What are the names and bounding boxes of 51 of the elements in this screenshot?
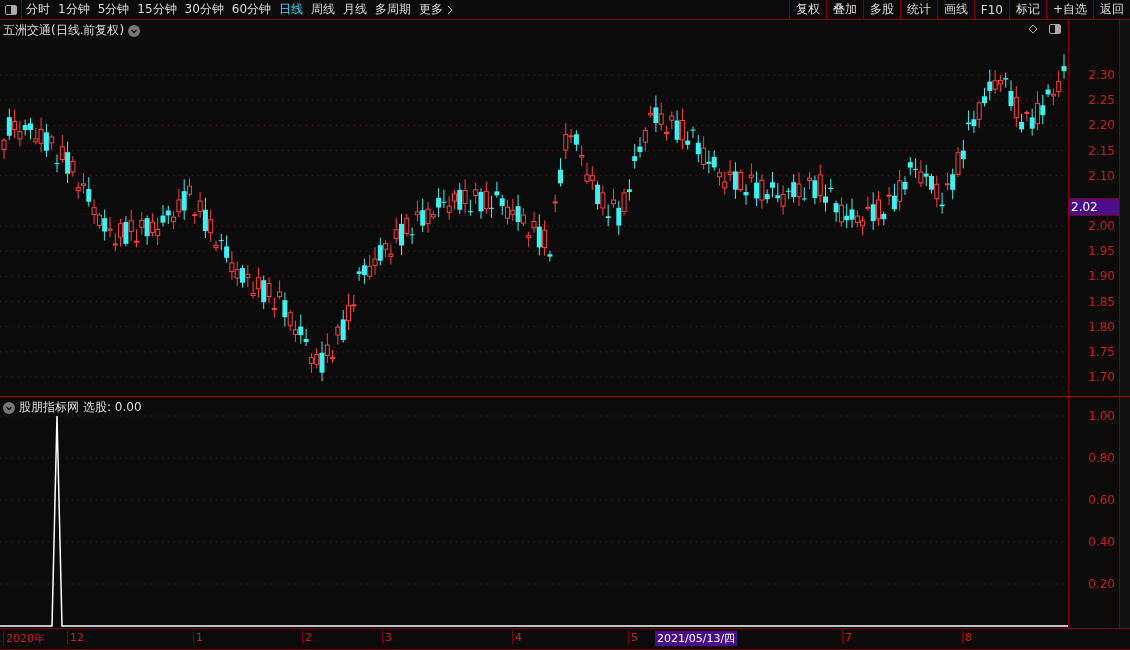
toolbar-button[interactable]: 复权 — [788, 0, 826, 19]
date-label: 2 — [302, 631, 314, 644]
axis-label: 2.25 — [1088, 93, 1115, 108]
toolbar-button[interactable]: 多股 — [862, 0, 900, 19]
axis-label: 2.30 — [1088, 68, 1115, 82]
axis-label: 2.15 — [1088, 143, 1115, 158]
axis-label: 1.85 — [1088, 294, 1115, 309]
axis-label: 1.90 — [1088, 269, 1115, 284]
period-tab[interactable]: 30分钟 — [180, 0, 228, 19]
period-tab[interactable]: 日线 — [275, 0, 308, 19]
chart-title: 五洲交通(日线.前复权) — [3, 22, 125, 39]
date-label: 12 — [67, 631, 86, 644]
period-tab[interactable]: 月线 — [339, 0, 372, 19]
axis-label: 2.10 — [1088, 168, 1115, 183]
toolbar-button[interactable]: 标记 — [1008, 0, 1046, 19]
period-tab[interactable]: 5分钟 — [93, 0, 134, 19]
axis-label: 0.60 — [1088, 493, 1115, 507]
axis-label: 2.00 — [1088, 219, 1115, 233]
period-tab[interactable]: 15分钟 — [133, 0, 181, 19]
axis-label: 2.20 — [1088, 118, 1115, 133]
date-label: 8 — [962, 631, 974, 644]
indicator-title: 股朋指标网 — [19, 399, 79, 416]
date-label: 2020年 — [3, 631, 47, 646]
axis-label: 0.40 — [1088, 535, 1115, 549]
axis-label: 1.95 — [1088, 244, 1115, 259]
period-tab[interactable]: 更多 — [415, 0, 458, 19]
indicator-reading: 选股: 0.00 — [83, 399, 142, 416]
date-label: 2021/05/13/四 — [655, 631, 738, 646]
period-tab[interactable]: 分时 — [22, 0, 54, 19]
date-label: 1 — [193, 631, 205, 644]
date-label: 3 — [382, 631, 394, 644]
price-tag: 2.02 — [1069, 198, 1119, 216]
period-tab[interactable]: 1分钟 — [54, 0, 94, 19]
toolbar-button[interactable]: 叠加 — [825, 0, 863, 19]
toolbar-button[interactable]: F10 — [973, 0, 1009, 19]
date-label: 5 — [628, 631, 640, 644]
toolbar-button[interactable]: 统计 — [899, 0, 937, 19]
date-label: 4 — [512, 631, 524, 644]
toolbar-button[interactable]: 画线 — [936, 0, 974, 19]
axis-label: 0.20 — [1088, 577, 1115, 591]
axis-label: 1.75 — [1088, 344, 1115, 359]
axis-label: 1.80 — [1088, 319, 1115, 334]
toolbar-button[interactable]: 返回 — [1093, 0, 1130, 19]
period-tab[interactable]: 60分钟 — [227, 0, 276, 19]
axis-label: 1.00 — [1088, 409, 1115, 423]
period-tab[interactable]: 周线 — [307, 0, 340, 19]
axis-label: 0.80 — [1088, 451, 1115, 465]
date-label: 7 — [842, 631, 854, 644]
toolbar-button[interactable]: +自选 — [1045, 0, 1093, 19]
axis-label: 1.70 — [1088, 370, 1115, 385]
period-tab[interactable]: 多周期 — [371, 0, 416, 19]
